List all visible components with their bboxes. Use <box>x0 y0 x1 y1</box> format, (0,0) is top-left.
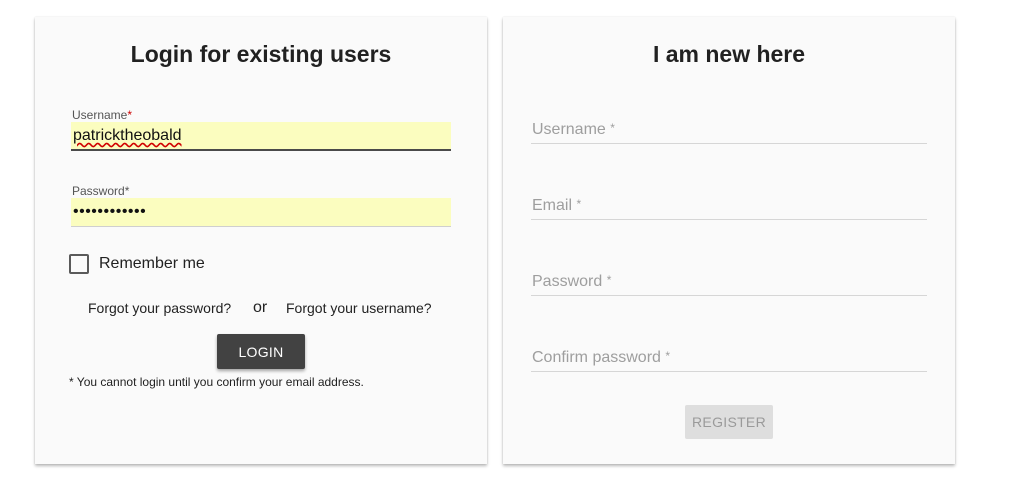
register-title: I am new here <box>652 41 806 67</box>
username-value: patricktheobald <box>73 127 182 144</box>
register-email-label: Email * <box>532 197 582 214</box>
forgot-username-link[interactable]: Forgot your username? <box>286 300 432 316</box>
password-label: Password* <box>72 184 130 198</box>
username-field[interactable]: Username* patricktheobald <box>71 107 451 153</box>
register-confirm-password-field[interactable]: Confirm password * <box>531 347 927 373</box>
password-input[interactable]: •••••••••••• <box>71 198 451 226</box>
register-email-field[interactable]: Email * <box>531 195 927 221</box>
login-button[interactable]: LOGIN <box>217 334 305 369</box>
remember-me-checkbox[interactable] <box>69 254 89 274</box>
register-username-label: Username * <box>532 121 615 138</box>
password-value: •••••••••••• <box>73 203 147 220</box>
register-confirm-password-underline <box>531 371 927 372</box>
register-confirm-password-label: Confirm password * <box>532 349 671 366</box>
or-text: or <box>253 299 268 316</box>
register-card: I am new here Username * Email * Passwor… <box>503 17 955 464</box>
register-button[interactable]: REGISTER <box>685 405 773 439</box>
username-input[interactable]: patricktheobald <box>71 122 451 150</box>
login-title: Login for existing users <box>130 41 392 67</box>
register-password-field[interactable]: Password * <box>531 271 927 297</box>
login-card: Login for existing users Username* patri… <box>35 17 487 464</box>
register-username-underline <box>531 143 927 144</box>
confirm-email-note: * You cannot login until you confirm you… <box>69 375 364 389</box>
forgot-password-link[interactable]: Forgot your password? <box>88 300 231 316</box>
remember-me-label[interactable]: Remember me <box>99 255 205 273</box>
password-underline <box>71 226 451 227</box>
register-username-field[interactable]: Username * <box>531 119 927 145</box>
username-underline <box>71 149 451 151</box>
register-password-label: Password * <box>532 273 612 290</box>
register-password-underline <box>531 295 927 296</box>
username-label: Username* <box>72 108 133 122</box>
register-email-underline <box>531 219 927 220</box>
password-field[interactable]: Password* •••••••••••• <box>71 183 451 229</box>
